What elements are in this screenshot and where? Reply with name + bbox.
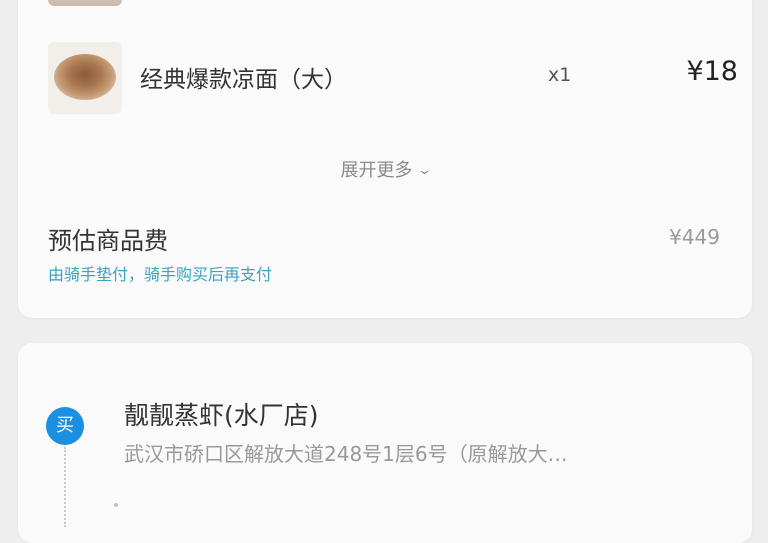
item-quantity: x1 [548,64,572,86]
order-items-card: 经典爆款凉面（大） x1 ¥18 展开更多 ⌄ 预估商品费 ¥449 由骑手垫付，… [18,0,752,318]
expand-more-button[interactable]: 展开更多 ⌄ [18,156,752,182]
route-dotted-line [64,447,66,527]
previous-item-thumbnail [48,0,122,6]
item-price: ¥18 [686,56,738,87]
route-dot [114,503,118,507]
estimated-fee-label: 预估商品费 [48,227,168,255]
noodle-image [54,54,116,100]
item-name: 经典爆款凉面（大） [140,67,347,93]
buy-badge-icon: 买 [46,407,84,445]
shop-name: 靓靓蒸虾(水厂店) [124,401,319,430]
fee-payment-note: 由骑手垫付，骑手购买后再支付 [48,265,273,284]
estimated-fee-value: ¥449 [669,225,720,249]
shop-card[interactable]: 买 靓靓蒸虾(水厂店) 武汉市硚口区解放大道248号1层6号（原解放大… [18,343,752,543]
shop-address: 武汉市硚口区解放大道248号1层6号（原解放大… [124,442,568,466]
expand-more-label: 展开更多 [340,160,413,181]
order-item-row[interactable]: 经典爆款凉面（大） x1 ¥18 [48,42,738,116]
item-thumbnail [48,42,122,114]
chevron-down-icon: ⌄ [416,163,432,178]
